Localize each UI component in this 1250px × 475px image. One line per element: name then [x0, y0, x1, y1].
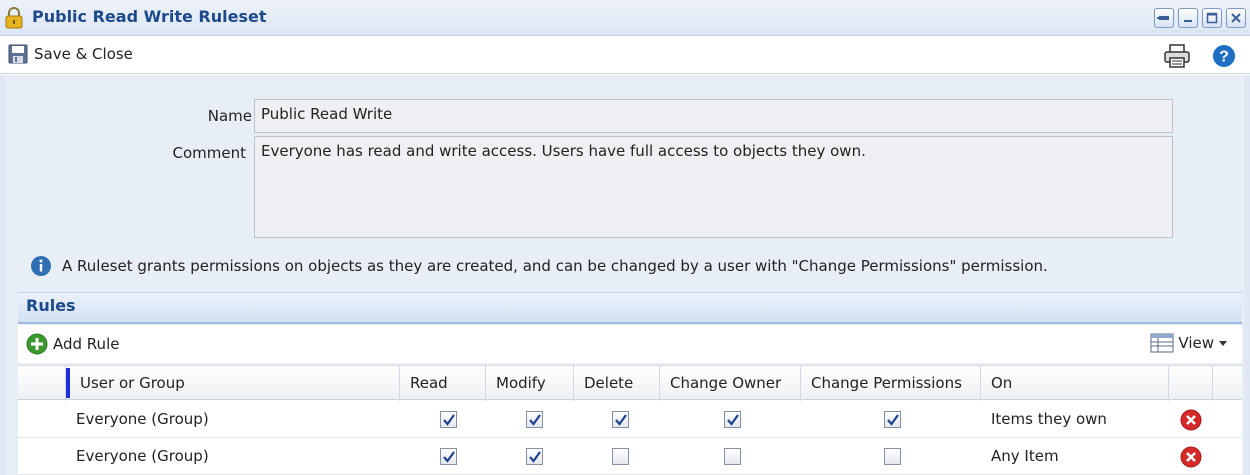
table-row[interactable]: Everyone (Group) Any Item	[18, 438, 1242, 475]
add-rule-label: Add Rule	[53, 335, 120, 353]
pin-icon	[1157, 16, 1169, 20]
view-menu-button[interactable]: View	[1150, 333, 1228, 353]
checkbox-check-icon	[529, 451, 541, 463]
add-icon	[26, 333, 48, 355]
modify-checkbox[interactable]	[526, 448, 543, 465]
rules-grid: User or Group Read Modify Delete Change …	[18, 365, 1242, 475]
ruleset-form: Name Public Read Write Comment Everyone …	[0, 75, 1250, 475]
checkbox-check-icon	[615, 414, 627, 426]
column-header-change-permissions[interactable]: Change Permissions	[801, 366, 981, 401]
save-icon	[8, 44, 28, 64]
cell-on: Any Item	[991, 447, 1059, 465]
name-field[interactable]: Public Read Write	[254, 99, 1173, 133]
delete-icon[interactable]	[1180, 409, 1202, 431]
help-icon[interactable]: ?	[1212, 44, 1236, 68]
pin-button[interactable]	[1154, 8, 1174, 28]
checkbox-check-icon	[443, 414, 455, 426]
delete-checkbox[interactable]	[612, 411, 629, 428]
column-header-modify[interactable]: Modify	[486, 366, 574, 401]
main-toolbar: Save & Close ?	[0, 36, 1250, 74]
change-owner-checkbox[interactable]	[724, 448, 741, 465]
chevron-down-icon	[1219, 341, 1227, 346]
lock-icon	[5, 7, 23, 29]
read-checkbox[interactable]	[440, 448, 457, 465]
column-header-actions	[1169, 366, 1213, 401]
rules-heading: Rules	[26, 296, 76, 315]
cell-user: Everyone (Group)	[76, 447, 209, 465]
header-spacer	[18, 366, 66, 401]
comment-label: Comment	[172, 144, 247, 162]
checkbox-check-icon	[727, 414, 739, 426]
maximize-icon	[1206, 12, 1218, 24]
info-text: A Ruleset grants permissions on objects …	[62, 257, 1048, 275]
column-header-user[interactable]: User or Group	[70, 366, 400, 401]
close-button[interactable]	[1226, 8, 1246, 28]
column-header-on[interactable]: On	[981, 366, 1169, 401]
change-permissions-checkbox[interactable]	[884, 411, 901, 428]
save-close-label: Save & Close	[34, 45, 133, 63]
window-title: Public Read Write Ruleset	[32, 7, 267, 26]
info-icon	[31, 256, 51, 276]
name-label: Name	[207, 107, 252, 125]
minimize-button[interactable]	[1178, 8, 1198, 28]
read-checkbox[interactable]	[440, 411, 457, 428]
delete-checkbox[interactable]	[612, 448, 629, 465]
close-icon	[1231, 13, 1241, 23]
table-row[interactable]: Everyone (Group) Items they own	[18, 401, 1242, 438]
checkbox-check-icon	[887, 414, 899, 426]
delete-icon[interactable]	[1180, 446, 1202, 468]
maximize-button[interactable]	[1202, 8, 1222, 28]
grid-header-row: User or Group Read Modify Delete Change …	[18, 365, 1242, 401]
column-header-change-owner[interactable]: Change Owner	[660, 366, 801, 401]
change-permissions-checkbox[interactable]	[884, 448, 901, 465]
minimize-icon	[1184, 20, 1192, 22]
print-icon[interactable]	[1164, 44, 1190, 68]
modify-checkbox[interactable]	[526, 411, 543, 428]
checkbox-check-icon	[443, 451, 455, 463]
info-message: A Ruleset grants permissions on objects …	[30, 255, 1048, 277]
checkbox-check-icon	[529, 414, 541, 426]
cell-on: Items they own	[991, 410, 1107, 428]
view-grid-icon	[1150, 333, 1174, 353]
column-header-delete[interactable]: Delete	[574, 366, 660, 401]
save-close-button[interactable]: Save & Close	[8, 44, 133, 64]
change-owner-checkbox[interactable]	[724, 411, 741, 428]
add-rule-button[interactable]: Add Rule	[26, 333, 119, 355]
window-titlebar: Public Read Write Ruleset	[0, 0, 1250, 36]
view-label: View	[1178, 334, 1214, 352]
column-header-read[interactable]: Read	[400, 366, 486, 401]
rules-toolbar: Add Rule View	[18, 325, 1242, 363]
cell-user: Everyone (Group)	[76, 410, 209, 428]
rules-section-header: Rules	[18, 292, 1242, 324]
svg-text:?: ?	[1219, 49, 1229, 66]
comment-field[interactable]: Everyone has read and write access. User…	[254, 136, 1173, 238]
